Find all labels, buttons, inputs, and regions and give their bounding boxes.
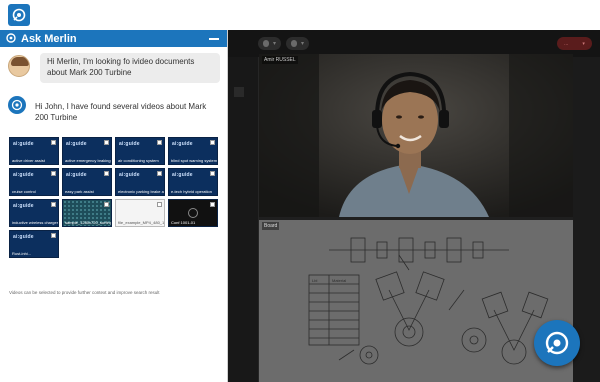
video-select-checkbox[interactable] <box>104 140 109 145</box>
merlin-logo-icon[interactable] <box>8 4 30 26</box>
engine-drawing: Lbl Material <box>259 220 573 382</box>
merlin-bot-icon <box>8 96 26 114</box>
video-select-checkbox[interactable] <box>51 140 56 145</box>
video-brand: ai:guide <box>172 141 193 147</box>
bot-message-text: Hi John, I have found several videos abo… <box>35 102 207 122</box>
video-card[interactable]: ai:guide inductive wireless charger <box>9 199 59 227</box>
selection-hint: Videos can be selected to provide furthe… <box>9 290 160 295</box>
meeting-toolbar: ▾ ▾ ... ▾ <box>228 30 600 57</box>
left-side-strip <box>228 57 259 382</box>
video-title: electronic parking brake a... <box>118 189 164 194</box>
video-card[interactable]: file_example_MP4_480_1.5... <box>115 199 165 227</box>
chevron-down-icon: ▾ <box>301 41 305 47</box>
video-results-grid: ai:guide active driver assist ai:guide acti… <box>9 137 221 258</box>
video-brand: ai:guide <box>13 234 34 240</box>
video-title: sample_1280x720_surfing... <box>65 220 111 225</box>
merlin-header-icon <box>6 30 16 48</box>
merlin-chat-fab-icon[interactable] <box>534 320 580 366</box>
video-title: active driver assist <box>12 158 45 163</box>
video-title: e-tech hybrid operation <box>171 189 212 194</box>
video-brand: ai:guide <box>13 203 34 209</box>
video-card[interactable]: ai:guide active emergency braking <box>62 137 112 165</box>
user-avatar <box>8 55 30 77</box>
video-title: cruise control <box>12 189 36 194</box>
video-card[interactable]: ai:guide blind spot warning system <box>168 137 218 165</box>
video-title: air conditioning system <box>118 158 159 163</box>
minimize-button[interactable] <box>209 37 219 40</box>
video-card[interactable]: ai:guide electronic parking brake a... <box>115 168 165 196</box>
video-card[interactable]: ai:guide easy park assist <box>62 168 112 196</box>
video-select-checkbox[interactable] <box>51 171 56 176</box>
participant-name: Amir RUSSEL <box>262 56 298 64</box>
chevron-down-icon: ▾ <box>273 41 277 47</box>
panel-header: Ask Merlin <box>0 30 227 47</box>
video-title: Rust-inhi... <box>12 251 32 256</box>
video-brand: ai:guide <box>13 141 34 147</box>
video-card[interactable]: ai:guide air conditioning system <box>115 137 165 165</box>
video-brand: ai:guide <box>66 172 87 178</box>
video-brand: ai:guide <box>13 172 34 178</box>
video-card[interactable]: sample_1280x720_surfing... <box>62 199 112 227</box>
ask-merlin-panel: Ask Merlin Hi Merlin, I'm looking fo ivi… <box>0 30 228 382</box>
video-select-checkbox[interactable] <box>51 233 56 238</box>
video-select-checkbox[interactable] <box>104 171 109 176</box>
end-call-button[interactable]: ... ▾ <box>557 37 592 50</box>
table-header-lbl: Lbl <box>312 278 317 283</box>
end-call-label: ... <box>564 40 569 47</box>
speaker-icon <box>291 40 297 47</box>
app-root: Ask Merlin Hi Merlin, I'm looking fo ivi… <box>0 0 600 382</box>
video-brand: ai:guide <box>172 172 193 178</box>
video-card[interactable]: ai:guide cruise control <box>9 168 59 196</box>
top-bar <box>0 0 600 30</box>
table-header-material: Material <box>332 278 346 283</box>
video-title: blind spot warning system <box>171 158 217 163</box>
panel-title: Ask Merlin <box>21 32 77 45</box>
speaker-button[interactable]: ▾ <box>286 37 310 50</box>
microphone-icon <box>263 40 269 47</box>
video-select-checkbox[interactable] <box>104 202 109 207</box>
video-card[interactable]: ai:guide Rust-inhi... <box>9 230 59 258</box>
video-card[interactable]: Conf 1001-01 <box>168 199 218 227</box>
video-select-checkbox[interactable] <box>157 171 162 176</box>
video-brand: ai:guide <box>119 141 140 147</box>
video-card[interactable]: ai:guide e-tech hybrid operation <box>168 168 218 196</box>
video-select-checkbox[interactable] <box>157 140 162 145</box>
video-select-checkbox[interactable] <box>51 202 56 207</box>
video-brand: ai:guide <box>66 141 87 147</box>
video-card[interactable]: ai:guide active driver assist <box>9 137 59 165</box>
user-message: Hi Merlin, I'm looking fo ivideo documen… <box>8 53 220 83</box>
side-tab-icon[interactable] <box>234 87 244 97</box>
video-title: file_example_MP4_480_1.5... <box>118 220 164 225</box>
video-title: Conf 1001-01 <box>171 220 196 225</box>
video-select-checkbox[interactable] <box>210 202 215 207</box>
bot-message: Hi John, I have found several videos abo… <box>8 96 220 124</box>
chevron-down-icon: ▾ <box>582 40 585 47</box>
participant-video-tile[interactable]: Amir RUSSEL <box>259 54 573 217</box>
shared-document-tile[interactable]: Lbl Material Board <box>259 220 573 382</box>
participant-video <box>259 54 573 217</box>
video-select-checkbox[interactable] <box>157 202 162 207</box>
video-title: inductive wireless charger <box>12 220 58 225</box>
microphone-button[interactable]: ▾ <box>258 37 282 50</box>
user-message-text: Hi Merlin, I'm looking fo ivideo documen… <box>40 53 220 83</box>
shared-document-name: Board <box>262 222 280 230</box>
video-select-checkbox[interactable] <box>210 140 215 145</box>
video-title: active emergency braking <box>65 158 111 163</box>
video-select-checkbox[interactable] <box>210 171 215 176</box>
video-title: easy park assist <box>65 189 94 194</box>
video-brand: ai:guide <box>119 172 140 178</box>
loading-icon <box>188 208 198 218</box>
